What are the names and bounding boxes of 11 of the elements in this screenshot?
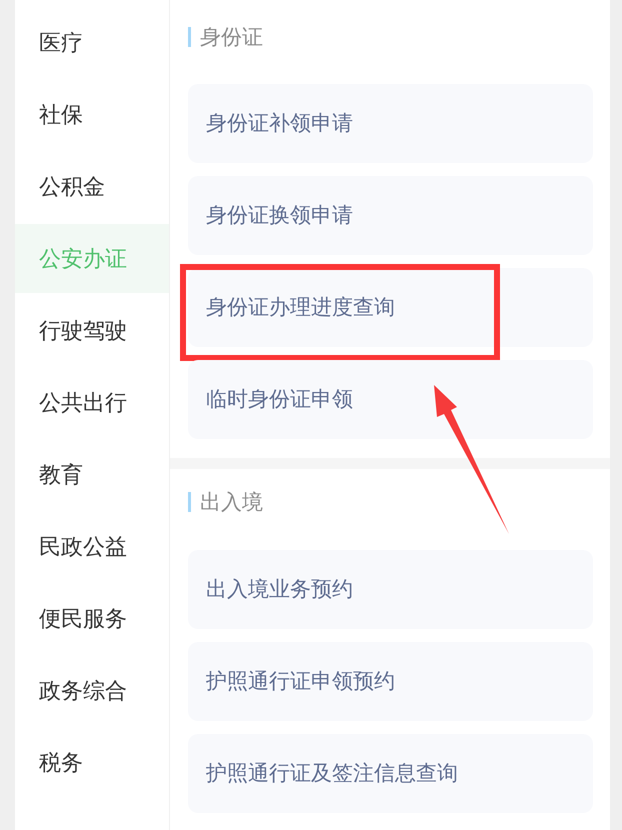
service-card[interactable]: 身份证办理进度查询 xyxy=(188,268,593,347)
section-marker-icon xyxy=(188,27,191,47)
section-marker-icon xyxy=(188,492,191,512)
section-title: 身份证 xyxy=(200,26,263,48)
section-title: 出入境 xyxy=(200,492,263,512)
service-card[interactable]: 出入境业务预约 xyxy=(188,550,593,629)
service-card[interactable]: 临时身份证申领 xyxy=(188,360,593,439)
service-card[interactable]: 身份证补领申请 xyxy=(188,84,593,163)
service-card[interactable]: 护照通行证申领预约 xyxy=(188,642,593,721)
service-card[interactable]: 身份证换领申请 xyxy=(188,176,593,255)
service-card[interactable]: 护照通行证及签注信息查询 xyxy=(188,734,593,813)
